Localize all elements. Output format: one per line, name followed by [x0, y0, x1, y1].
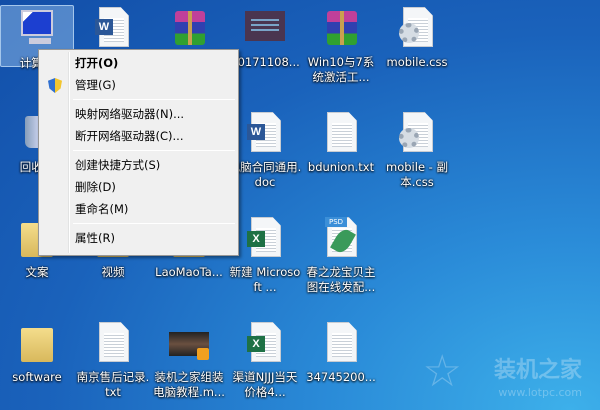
menu-item-properties[interactable]: 属性(R) [41, 227, 236, 249]
desktop-icon-folder[interactable]: software [0, 320, 74, 385]
desktop-icon-css[interactable]: mobile.css [380, 5, 454, 70]
desktop-icon-word[interactable]: W [76, 5, 150, 55]
desktop-icon-excel[interactable]: X 新建 Microsoft ... [228, 215, 302, 295]
icon-label: 34745200... [306, 370, 376, 384]
menu-label: 断开网络驱动器(C)... [75, 129, 184, 143]
desktop-icon-rar[interactable] [152, 5, 226, 55]
word-icon: W [245, 110, 285, 154]
desktop-icon-css[interactable]: mobile - 副本.css [380, 110, 454, 190]
desktop-icon-image[interactable]: 20171108... [228, 5, 302, 70]
folder-icon [17, 320, 57, 364]
rar-icon [169, 5, 209, 49]
icon-label: mobile.css [386, 55, 448, 69]
menu-item-disconnect-drive[interactable]: 断开网络驱动器(C)... [41, 125, 236, 147]
menu-item-manage[interactable]: 管理(G) [41, 74, 236, 96]
watermark-star-icon: ☆ [422, 346, 462, 397]
word-icon: W [93, 5, 133, 49]
icon-label: 20171108... [230, 55, 300, 69]
desktop-icon-video[interactable]: 装机之家组装电脑教程.m... [152, 320, 226, 400]
menu-separator [73, 150, 235, 151]
icon-label: mobile - 副本.css [386, 160, 448, 189]
image-icon [245, 5, 285, 49]
menu-label: 重命名(M) [75, 202, 129, 216]
menu-label: 创建快捷方式(S) [75, 158, 161, 172]
watermark-url: www.lotpc.com [498, 386, 582, 399]
computer-icon [17, 6, 57, 50]
menu-item-create-shortcut[interactable]: 创建快捷方式(S) [41, 154, 236, 176]
icon-label: 电脑合同通用.doc [228, 160, 302, 189]
menu-separator [73, 99, 235, 100]
txt-icon [321, 110, 361, 154]
icon-label: 南京售后记录.txt [76, 370, 150, 399]
icon-label: Win10与7系统激活工... [307, 55, 375, 84]
desktop-icon-rar[interactable]: Win10与7系统激活工... [304, 5, 378, 85]
icon-label: 渠道NJJJ当天价格4... [232, 370, 298, 399]
icon-label: 新建 Microsoft ... [229, 265, 301, 294]
uac-shield-icon [48, 78, 62, 93]
desktop-icon-word[interactable]: W 电脑合同通用.doc [228, 110, 302, 190]
desktop-icon-txt[interactable]: 34745200... [304, 320, 378, 385]
menu-label: 属性(R) [75, 231, 115, 245]
menu-label: 管理(G) [75, 78, 116, 92]
icon-label: LaoMaoTa... [155, 265, 223, 279]
desktop-icon-txt[interactable]: 南京售后记录.txt [76, 320, 150, 400]
psd-icon: PSD [321, 215, 361, 259]
menu-item-map-drive[interactable]: 映射网络驱动器(N)... [41, 103, 236, 125]
menu-label: 映射网络驱动器(N)... [75, 107, 185, 121]
desktop-icon-psd[interactable]: PSD 春之龙宝贝主图在线发配... [304, 215, 378, 295]
menu-item-rename[interactable]: 重命名(M) [41, 198, 236, 220]
txt-icon [93, 320, 133, 364]
icon-label: 视频 [101, 265, 125, 279]
watermark: 装机之家 www.lotpc.com [494, 352, 582, 399]
menu-item-open[interactable]: 打开(O) [41, 52, 236, 74]
desktop[interactable]: 计算机 W 20171108... Win10与7系统激活工... mobile.css… [0, 0, 600, 410]
excel-icon: X [245, 215, 285, 259]
excel-icon: X [245, 320, 285, 364]
menu-item-delete[interactable]: 删除(D) [41, 176, 236, 198]
menu-label: 删除(D) [75, 180, 116, 194]
desktop-icon-excel[interactable]: X 渠道NJJJ当天价格4... [228, 320, 302, 400]
context-menu: 打开(O) 管理(G) 映射网络驱动器(N)... 断开网络驱动器(C)... … [38, 49, 239, 256]
menu-label: 打开(O) [75, 56, 119, 70]
rar-icon [321, 5, 361, 49]
icon-label: 装机之家组装电脑教程.m... [153, 370, 225, 399]
txt-icon [321, 320, 361, 364]
icon-label: software [12, 370, 62, 384]
watermark-brand: 装机之家 [493, 358, 582, 383]
css-icon [397, 5, 437, 49]
desktop-icon-txt[interactable]: bdunion.txt [304, 110, 378, 175]
icon-label: bdunion.txt [307, 160, 375, 174]
icon-label: 文案 [25, 265, 49, 279]
icon-label: 春之龙宝贝主图在线发配... [306, 265, 376, 294]
menu-separator [73, 223, 235, 224]
video-icon [169, 320, 209, 364]
css-icon [397, 110, 437, 154]
